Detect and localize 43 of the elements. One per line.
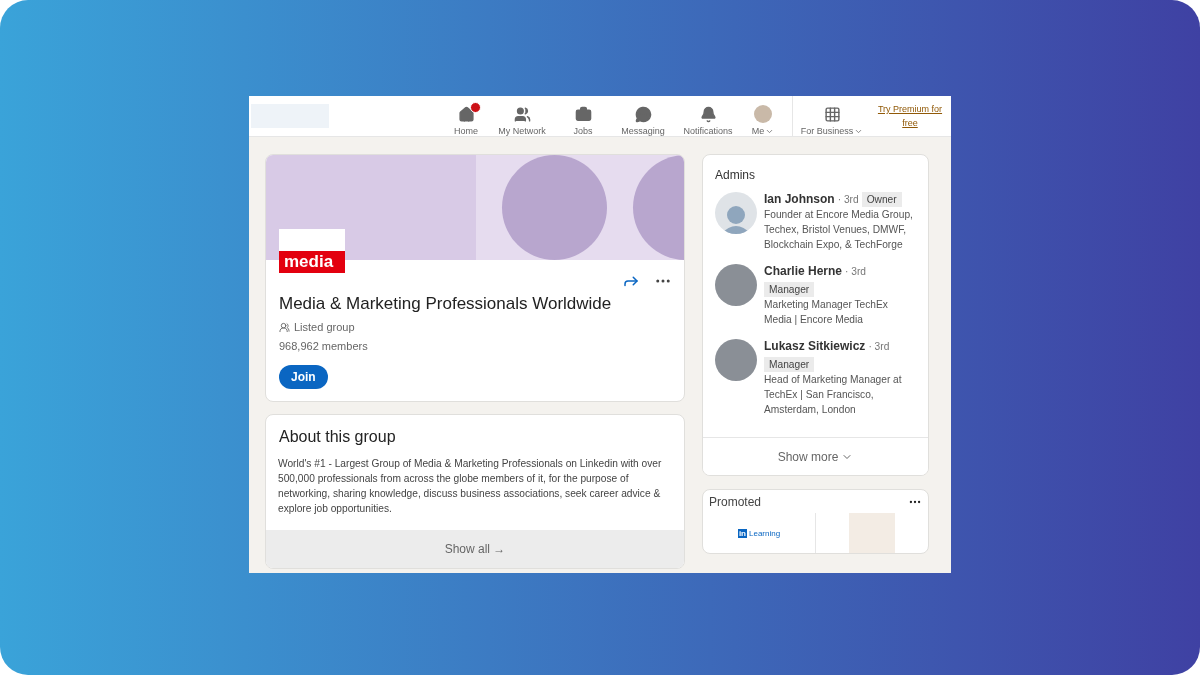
admin-name[interactable]: Charlie Herne [764, 264, 843, 279]
premium-link[interactable]: Try Premium for free [873, 102, 947, 130]
admin-headline: Founder at Encore Media Group, Techex, Bristol Venues, DMWF, Blockchain Expo, & TechForge [764, 208, 914, 252]
brand-logo: in [737, 528, 747, 538]
member-count: 968,962 members [279, 340, 368, 352]
bell-icon[interactable] [699, 105, 717, 123]
admin-headline: Head of Marketing Manager at TechEx | San Francisco, Amsterdam, London [764, 373, 903, 417]
nav-link[interactable]: Jobs [573, 126, 593, 136]
people-icon[interactable] [513, 105, 531, 123]
admin-name[interactable]: Ian Johnson [764, 192, 835, 207]
role-tag: Manager [764, 282, 815, 297]
role-tag: Manager [764, 357, 815, 372]
ad-thumbnail [849, 513, 895, 553]
nav-link[interactable]: Home [454, 126, 478, 136]
nav-link[interactable]: My Network [498, 126, 546, 136]
group-title: Media & Marketing Professionals Worldwide [279, 294, 613, 314]
show-more-button[interactable]: Show more [703, 437, 928, 475]
join-button[interactable]: Join [279, 365, 328, 389]
admin-headline: Marketing Manager TechEx Media | Encore Media [764, 298, 889, 327]
group-icon [279, 321, 290, 333]
logo-text: media [279, 251, 345, 273]
show-all-button[interactable]: Show all → [266, 530, 684, 568]
connection-degree: · 3rd [845, 265, 866, 279]
connection-degree: · 3rd [868, 340, 890, 354]
connection-degree: · 3rd [837, 193, 859, 207]
chat-bubble-icon[interactable] [634, 105, 652, 123]
nav-link[interactable]: Me [751, 126, 775, 136]
nav-link[interactable]: Messaging [621, 126, 665, 136]
group-visibility: Listed group [294, 321, 355, 333]
nav-link[interactable]: Notifications [683, 126, 733, 136]
admin-name[interactable]: Lukasz Sitkiewicz [764, 339, 866, 354]
section-title: Admins [714, 167, 756, 184]
section-title: About this group [278, 427, 397, 447]
section-title: Promoted [709, 495, 762, 509]
brand-name: Learning [749, 528, 781, 538]
role-tag: Owner [861, 192, 902, 207]
photo-placeholder[interactable] [715, 264, 757, 306]
grid-icon[interactable] [823, 105, 841, 123]
nav-link[interactable]: For Business [800, 126, 864, 136]
home-icon[interactable] [457, 105, 475, 123]
briefcase-icon[interactable] [574, 105, 592, 123]
about-text: World's #1 - Largest Group of Media & Marketing Professionals on Linkedin with over 500,000 professionals from across the globe members of it, for the purpose of networking, sharing knowledge, discuss business associations, seek career advice & explore job opportunities. [277, 457, 663, 516]
photo-placeholder[interactable] [715, 339, 757, 381]
